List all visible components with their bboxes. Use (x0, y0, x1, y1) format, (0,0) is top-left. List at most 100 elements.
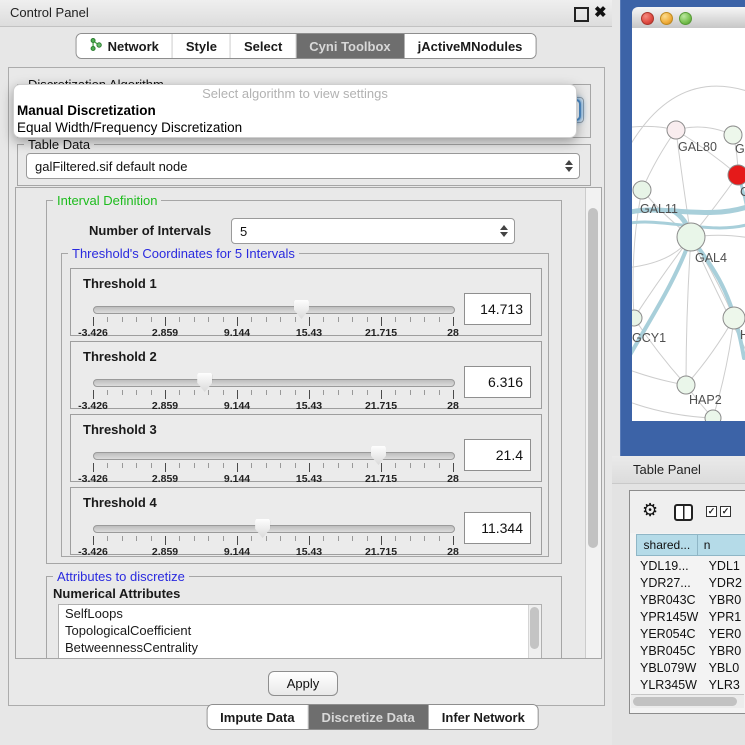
cell-name[interactable]: YBL0 (703, 661, 745, 675)
cell-shared-name[interactable]: YDR27... (636, 576, 703, 590)
slider-tick (266, 463, 267, 468)
network-node[interactable] (633, 181, 651, 199)
attribute-list-item[interactable]: TopologicalCoefficient (59, 622, 541, 639)
settings-scrollbar[interactable] (585, 188, 601, 658)
threshold-1-value-field[interactable] (464, 293, 531, 325)
checked-box-icon[interactable]: ✓ (706, 506, 717, 517)
minimize-traffic-light-icon[interactable] (660, 12, 673, 25)
threshold-4-value-field[interactable] (464, 512, 531, 544)
column-header-shared[interactable]: shared... (636, 534, 698, 556)
table-row[interactable]: YBR043CYBR0 (636, 591, 745, 608)
cell-name[interactable]: YBR0 (703, 593, 745, 607)
list-scrollbar[interactable] (528, 605, 541, 659)
table-row[interactable]: YBL079WYBL0 (636, 659, 745, 676)
table-row[interactable]: YBR045CYBR0 (636, 642, 745, 659)
cell-shared-name[interactable]: YPR145W (636, 610, 703, 624)
tab-network[interactable]: Network (77, 34, 173, 58)
cell-name[interactable]: YLR3 (703, 678, 745, 692)
network-node[interactable] (723, 307, 745, 329)
threshold-2-value-field[interactable] (464, 366, 531, 398)
gear-icon[interactable]: ⚙ (642, 500, 658, 520)
settings-scroll-area: Interval Definition Number of Intervals … (15, 187, 602, 659)
close-icon[interactable]: ✖ (594, 3, 607, 21)
apply-button[interactable]: Apply (268, 671, 338, 696)
network-node[interactable] (667, 121, 685, 139)
slider-tick (338, 317, 339, 322)
network-canvas[interactable]: GAL80GACGAL11GAL4GCY1HHAP2 (632, 28, 745, 421)
table-header: shared... n (636, 534, 745, 556)
table-panel-section: Table Panel ⚙ ✓ ✓ shared... n YDL19...YD… (612, 456, 745, 745)
table-row[interactable]: YPR145WYPR1 (636, 608, 745, 625)
dropdown-option-equal-width-frequency[interactable]: Equal Width/Frequency Discretization (14, 119, 576, 136)
table-data-combobox[interactable]: galFiltered.sif default node (26, 153, 580, 179)
cell-name[interactable]: YBR0 (703, 644, 745, 658)
dropdown-placeholder-item[interactable]: Select algorithm to view settings (14, 85, 576, 102)
combobox-stepper-icon[interactable] (494, 219, 514, 243)
cell-name[interactable]: YPR1 (703, 610, 745, 624)
number-of-intervals-combobox[interactable]: 5 (231, 218, 515, 244)
cell-shared-name[interactable]: YBL079W (636, 661, 703, 675)
table-panel-titlebar: Table Panel (612, 456, 745, 484)
slider-tick (136, 317, 137, 322)
threshold-2-slider[interactable]: -3.4262.8599.14415.4321.71528 (93, 376, 455, 406)
threshold-3-slider[interactable]: -3.4262.8599.14415.4321.71528 (93, 449, 455, 479)
bottom-tabbar: Impute Data Discretize Data Infer Networ… (206, 704, 539, 730)
slider-tick (151, 317, 152, 322)
table-row[interactable]: YLR345WYLR3 (636, 676, 745, 693)
network-window-titlebar[interactable] (632, 7, 745, 29)
tab-style[interactable]: Style (173, 34, 231, 58)
columns-icon[interactable] (674, 504, 693, 521)
threshold-4-slider[interactable]: -3.4262.8599.14415.4321.71528 (93, 522, 455, 552)
slider-tick-label: 15.43 (296, 327, 322, 339)
checked-box-icon[interactable]: ✓ (720, 506, 731, 517)
scrollbar-thumb[interactable] (588, 208, 598, 548)
slider-tick (208, 463, 209, 468)
tab-jactivemnodules[interactable]: jActiveMNodules (405, 34, 536, 58)
cell-shared-name[interactable]: YBR045C (636, 644, 703, 658)
table-row[interactable]: YDL19...YDL1 (636, 557, 745, 574)
tab-impute-data[interactable]: Impute Data (207, 705, 308, 729)
float-window-icon[interactable] (574, 7, 589, 22)
scrollbar-thumb[interactable] (633, 697, 737, 706)
cell-name[interactable]: YDR2 (703, 576, 745, 590)
slider-tick (165, 463, 166, 472)
column-header-name[interactable]: n (698, 534, 745, 556)
slider-tick (295, 536, 296, 541)
table-horizontal-scrollbar[interactable] (631, 694, 744, 708)
slider-tick (107, 463, 108, 468)
numerical-attributes-list[interactable]: SelfLoopsTopologicalCoefficientBetweenne… (58, 604, 542, 659)
table-row[interactable]: YER054CYER0 (636, 625, 745, 642)
tab-cyni-toolbox[interactable]: Cyni Toolbox (296, 34, 404, 58)
close-traffic-light-icon[interactable] (641, 12, 654, 25)
cell-name[interactable]: YDL1 (703, 559, 745, 573)
tab-infer-network[interactable]: Infer Network (429, 705, 538, 729)
table-row[interactable]: YDR27...YDR2 (636, 574, 745, 591)
threshold-3-value-field[interactable] (464, 439, 531, 471)
zoom-traffic-light-icon[interactable] (679, 12, 692, 25)
network-node[interactable] (705, 410, 721, 421)
network-node[interactable] (632, 310, 642, 326)
combobox-stepper-icon[interactable] (559, 154, 579, 178)
cell-shared-name[interactable]: YDL19... (636, 559, 703, 573)
scrollbar-thumb[interactable] (530, 607, 539, 649)
attribute-list-item[interactable]: SelfLoops (59, 605, 541, 622)
cell-shared-name[interactable]: YBR043C (636, 593, 703, 607)
attribute-list-item[interactable]: BetweennessCentrality (59, 639, 541, 656)
network-node[interactable] (677, 223, 705, 251)
threshold-1-slider[interactable]: -3.4262.8599.14415.4321.71528 (93, 303, 455, 333)
cell-shared-name[interactable]: YLR345W (636, 678, 703, 692)
slider-tick (295, 317, 296, 322)
cell-name[interactable]: YER0 (703, 627, 745, 641)
dropdown-option-manual-discretization[interactable]: Manual Discretization (14, 102, 576, 119)
slider-tick (323, 463, 324, 468)
slider-tick (122, 317, 123, 322)
slider-tick (453, 463, 454, 472)
tab-discretize-data[interactable]: Discretize Data (309, 705, 429, 729)
network-node[interactable] (728, 165, 745, 185)
cell-shared-name[interactable]: YER054C (636, 627, 703, 641)
slider-tick-label: -3.426 (78, 400, 108, 412)
slider-tick (165, 317, 166, 326)
network-node[interactable] (677, 376, 695, 394)
tab-select[interactable]: Select (231, 34, 296, 58)
slider-tick (381, 463, 382, 472)
